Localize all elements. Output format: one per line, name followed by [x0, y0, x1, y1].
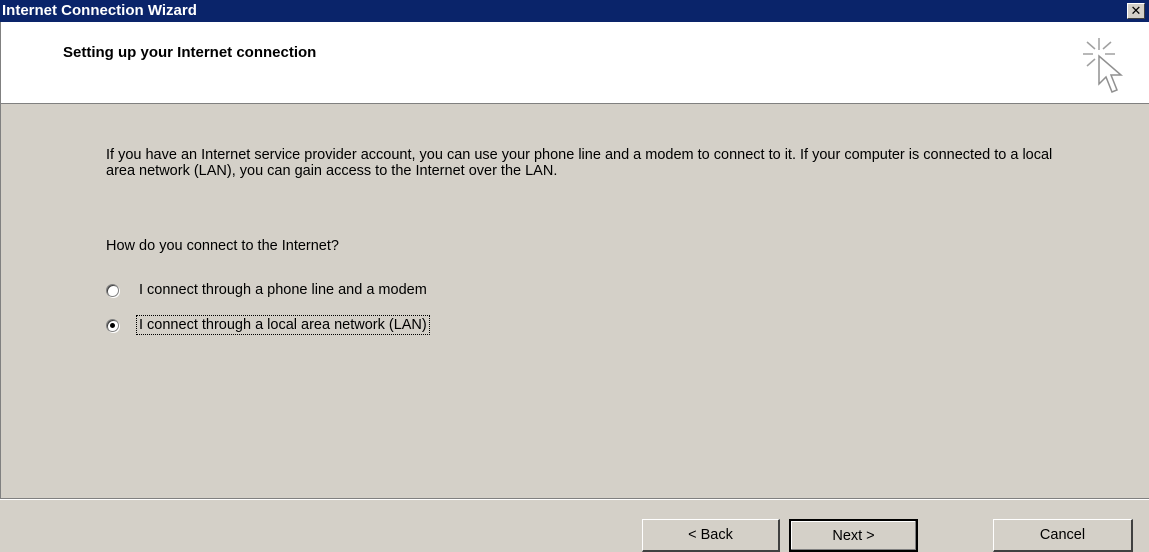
- radio-option-modem[interactable]: I connect through a phone line and a mod…: [106, 280, 429, 300]
- next-button[interactable]: Next >: [789, 519, 918, 552]
- wizard-window: Internet Connection Wizard ✕ Setting up …: [0, 0, 1149, 552]
- title-bar[interactable]: Internet Connection Wizard ✕: [0, 0, 1149, 22]
- radio-button-lan[interactable]: [106, 318, 119, 332]
- header-title: Setting up your Internet connection: [63, 44, 317, 61]
- connection-question: How do you connect to the Internet?: [106, 238, 339, 254]
- intro-text: If you have an Internet service provider…: [106, 147, 1053, 179]
- radio-label-lan[interactable]: I connect through a local area network (…: [136, 315, 430, 335]
- footer-separator: [0, 498, 1149, 500]
- close-icon: ✕: [1130, 3, 1142, 18]
- radio-button-modem[interactable]: [106, 283, 119, 297]
- wizard-content: If you have an Internet service provider…: [0, 104, 1149, 498]
- radio-label-modem[interactable]: I connect through a phone line and a mod…: [137, 281, 429, 299]
- wizard-header: Setting up your Internet connection: [0, 22, 1149, 104]
- cancel-button[interactable]: Cancel: [993, 519, 1133, 552]
- back-button[interactable]: < Back: [642, 519, 780, 552]
- window-title: Internet Connection Wizard: [2, 2, 197, 19]
- wizard-cursor-icon: [1083, 38, 1124, 93]
- radio-option-lan[interactable]: I connect through a local area network (…: [106, 315, 430, 335]
- close-button[interactable]: ✕: [1127, 3, 1145, 19]
